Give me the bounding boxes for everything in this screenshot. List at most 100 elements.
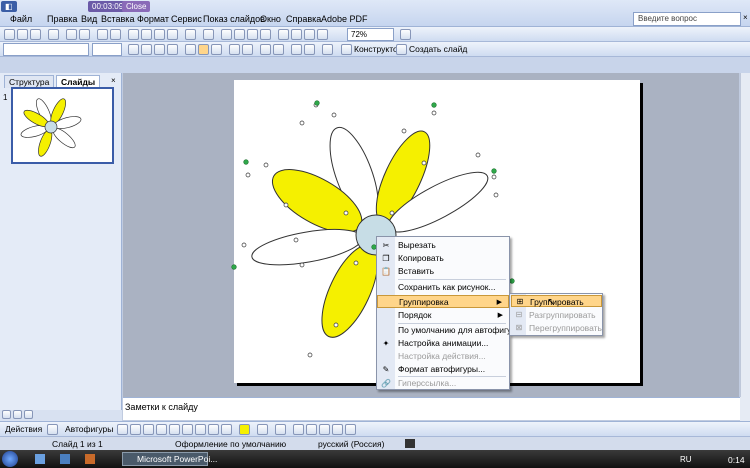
shadow-icon[interactable]: [167, 44, 178, 55]
increase-indent-icon[interactable]: [304, 44, 315, 55]
slide-thumbnail[interactable]: [11, 87, 114, 164]
menu-tools[interactable]: Сервис: [171, 14, 202, 24]
open-icon[interactable]: [17, 29, 28, 40]
align-right-icon[interactable]: [211, 44, 222, 55]
menu-item-action-settings[interactable]: Настройка действия...: [377, 350, 509, 363]
menu-view[interactable]: Вид: [81, 14, 97, 24]
font-color-draw-icon[interactable]: [275, 424, 286, 435]
quicklaunch-icon[interactable]: [35, 454, 45, 464]
menu-item-cut[interactable]: ✂ Вырезать: [377, 239, 509, 252]
vertical-scrollbar[interactable]: [740, 73, 750, 397]
help-icon[interactable]: [400, 29, 411, 40]
taskbar-app-button[interactable]: Microsoft PowerPoi...: [122, 452, 217, 466]
notes-scrollbar[interactable]: [740, 397, 750, 421]
cut-icon[interactable]: [128, 29, 139, 40]
3d-style-icon[interactable]: [345, 424, 356, 435]
menu-edit[interactable]: Правка: [47, 14, 77, 24]
normal-view-icon[interactable]: [2, 410, 11, 419]
select-objects-icon[interactable]: [47, 424, 58, 435]
research-icon[interactable]: [110, 29, 121, 40]
clock[interactable]: 0:14: [728, 455, 745, 465]
start-button[interactable]: [2, 451, 18, 467]
spell-icon[interactable]: [97, 29, 108, 40]
autoshapes-menu[interactable]: Автофигуры: [65, 424, 113, 434]
print-icon[interactable]: [66, 29, 77, 40]
actions-menu[interactable]: Действия: [5, 424, 42, 434]
line-color-icon[interactable]: [257, 424, 268, 435]
bold-icon[interactable]: [128, 44, 139, 55]
align-left-icon[interactable]: [185, 44, 196, 55]
redo-icon[interactable]: [203, 29, 214, 40]
bullets-icon[interactable]: [242, 44, 253, 55]
undo-icon[interactable]: [185, 29, 196, 40]
underline-icon[interactable]: [154, 44, 165, 55]
menu-item-order[interactable]: Порядок ▶: [377, 309, 509, 322]
menu-file[interactable]: Файл: [10, 14, 32, 24]
help-search-input[interactable]: Введите вопрос: [633, 12, 741, 26]
language-indicator[interactable]: RU: [680, 455, 692, 464]
close-doc-icon[interactable]: ×: [743, 13, 748, 22]
save-icon[interactable]: [30, 29, 41, 40]
new-slide-icon[interactable]: [396, 44, 407, 55]
submenu-item-ungroup[interactable]: ⊟ Разгруппировать: [511, 309, 602, 321]
menu-slideshow[interactable]: Показ слайдов: [203, 14, 265, 24]
preview-icon[interactable]: [79, 29, 90, 40]
copy-icon[interactable]: [141, 29, 152, 40]
zoom-select[interactable]: 72%: [347, 28, 394, 41]
menu-item-paste[interactable]: 📋 Вставить: [377, 265, 509, 278]
textbox-icon[interactable]: [169, 424, 180, 435]
menu-adobe-pdf[interactable]: Adobe PDF: [321, 14, 368, 24]
dash-style-icon[interactable]: [306, 424, 317, 435]
menu-item-custom-animation[interactable]: ✦ Настройка анимации...: [377, 337, 509, 350]
menu-item-copy[interactable]: ❐ Копировать: [377, 252, 509, 265]
arrow-icon[interactable]: [130, 424, 141, 435]
close-quick-button[interactable]: Close: [122, 1, 151, 12]
paste-icon[interactable]: [154, 29, 165, 40]
submenu-item-group[interactable]: ⊞ Группировать: [511, 295, 602, 307]
line-icon[interactable]: [117, 424, 128, 435]
notes-area[interactable]: Заметки к слайду: [123, 397, 740, 420]
app-icon[interactable]: ◧: [1, 1, 17, 12]
menu-item-hyperlink[interactable]: 🔗 Гиперссылка...: [377, 377, 509, 390]
menu-item-set-default[interactable]: По умолчанию для автофигур: [377, 324, 516, 337]
line-style-icon[interactable]: [293, 424, 304, 435]
clipart-icon[interactable]: [208, 424, 219, 435]
oval-icon[interactable]: [156, 424, 167, 435]
arrow-style-icon[interactable]: [319, 424, 330, 435]
diagram-icon[interactable]: [195, 424, 206, 435]
font-select[interactable]: [3, 43, 89, 56]
designer-icon[interactable]: [341, 44, 352, 55]
permission-icon[interactable]: [48, 29, 59, 40]
expand-all-icon[interactable]: [278, 29, 289, 40]
chart-icon[interactable]: [221, 29, 232, 40]
sorter-view-icon[interactable]: [13, 410, 22, 419]
shadow-style-icon[interactable]: [332, 424, 343, 435]
grid-icon[interactable]: [304, 29, 315, 40]
hyperlink-icon[interactable]: [260, 29, 271, 40]
menu-help[interactable]: Справка: [286, 14, 321, 24]
decrease-font-icon[interactable]: [273, 44, 284, 55]
new-slide-button[interactable]: Создать слайд: [409, 44, 467, 54]
menu-format[interactable]: Формат: [137, 14, 169, 24]
decrease-indent-icon[interactable]: [291, 44, 302, 55]
italic-icon[interactable]: [141, 44, 152, 55]
color-grayscale-icon[interactable]: [317, 29, 328, 40]
font-size-select[interactable]: [92, 43, 122, 56]
fill-color-icon[interactable]: [239, 424, 250, 435]
menu-insert[interactable]: Вставка: [101, 14, 134, 24]
table-icon[interactable]: [234, 29, 245, 40]
numbering-icon[interactable]: [229, 44, 240, 55]
tables-borders-icon[interactable]: [247, 29, 258, 40]
rectangle-icon[interactable]: [143, 424, 154, 435]
menu-item-format-autoshape[interactable]: ✎ Формат автофигуры...: [377, 363, 509, 376]
submenu-item-regroup[interactable]: ⊠ Перегруппировать: [511, 322, 602, 334]
slideshow-view-icon[interactable]: [24, 410, 33, 419]
align-center-icon[interactable]: [198, 44, 209, 55]
font-color-icon[interactable]: [322, 44, 333, 55]
wordart-icon[interactable]: [182, 424, 193, 435]
menu-item-grouping[interactable]: Группировка ▶: [377, 295, 509, 308]
quicklaunch-icon[interactable]: [85, 454, 95, 464]
menu-item-save-as-picture[interactable]: Сохранить как рисунок...: [377, 281, 509, 294]
picture-icon[interactable]: [221, 424, 232, 435]
close-pane-icon[interactable]: ×: [111, 76, 116, 85]
